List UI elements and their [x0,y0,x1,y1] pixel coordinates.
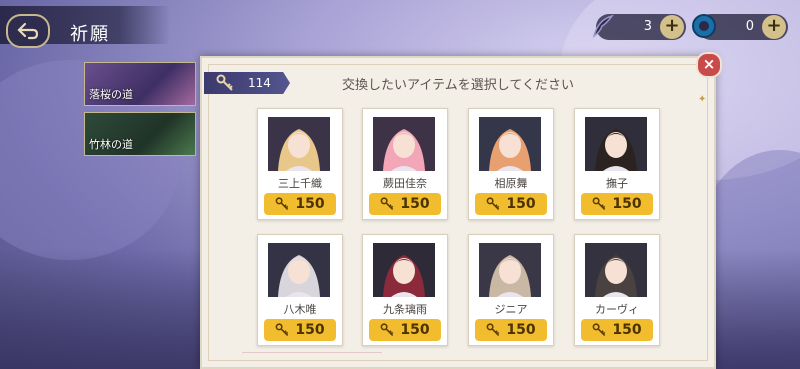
item-card[interactable]: カーヴィ 150 [574,234,660,346]
price-tag: 150 [475,193,547,215]
key-icon [486,323,500,336]
price-tag: 150 [264,193,336,215]
character-name: 相原舞 [494,177,528,190]
back-button[interactable] [6,14,50,48]
key-icon [275,197,289,210]
price-tag: 150 [369,193,441,215]
price-tag: 150 [581,193,653,215]
page-title: 祈願 [70,24,110,45]
add-ticket-button[interactable]: + [660,15,684,39]
price-tag: 150 [581,319,653,341]
character-name: 八木唯 [283,303,317,316]
currency-ticket: 3 + [592,14,686,40]
price-tag: 150 [264,319,336,341]
key-icon [486,197,500,210]
currency-gem: 0 + [692,14,788,40]
character-portrait [373,117,435,171]
exchange-dialog: 114 交換したいアイテムを選択してください × ✦ 三上千織 150 蕨田佳奈 15… [200,52,722,369]
character-portrait [479,243,541,297]
price-value: 150 [612,322,642,338]
character-portrait [585,243,647,297]
item-card[interactable]: 三上千織 150 [257,108,343,220]
key-icon [592,197,606,210]
add-gem-button[interactable]: + [762,15,786,39]
character-name: 九条璃雨 [383,303,427,316]
back-arrow-icon [17,22,39,40]
price-tag: 150 [475,319,547,341]
ticket-count: 3 [643,19,652,34]
feather-ticket-icon [592,14,614,38]
item-card[interactable]: 相原舞 150 [468,108,554,220]
character-name: カーヴィ [595,303,639,316]
price-value: 150 [506,196,536,212]
gem-count: 0 [745,19,754,34]
route-label: 落桜の道 [89,88,133,101]
blue-gem-icon [692,14,716,38]
key-icon [380,197,394,210]
character-name: 撫子 [606,177,628,190]
key-icon [380,323,394,336]
route-tab-bamboo[interactable]: 竹林の道 [84,112,196,156]
key-icon [592,323,606,336]
dialog-title: 交換したいアイテムを選択してください [342,78,574,93]
character-portrait [585,117,647,171]
price-value: 150 [612,196,642,212]
price-tag: 150 [369,319,441,341]
character-portrait [373,243,435,297]
character-portrait [268,117,330,171]
item-card[interactable]: 九条璃雨 150 [362,234,448,346]
item-card[interactable]: 撫子 150 [574,108,660,220]
character-name: 蕨田佳奈 [383,177,427,190]
route-label: 竹林の道 [89,138,133,151]
close-button[interactable]: × [696,52,722,78]
character-portrait [268,243,330,297]
ornament-icon: ✦ [698,94,707,105]
item-card[interactable]: 蕨田佳奈 150 [362,108,448,220]
character-portrait [479,117,541,171]
price-value: 150 [400,322,430,338]
price-value: 150 [400,196,430,212]
price-value: 150 [506,322,536,338]
top-bar: 祈願 [0,6,170,48]
price-value: 150 [295,322,325,338]
character-name: ジニア [494,303,528,316]
divider [242,352,382,353]
item-card[interactable]: ジニア 150 [468,234,554,346]
route-tab-sakura[interactable]: 落桜の道 [84,62,196,106]
item-card[interactable]: 八木唯 150 [257,234,343,346]
character-name: 三上千織 [278,177,322,190]
key-icon [275,323,289,336]
price-value: 150 [295,196,325,212]
